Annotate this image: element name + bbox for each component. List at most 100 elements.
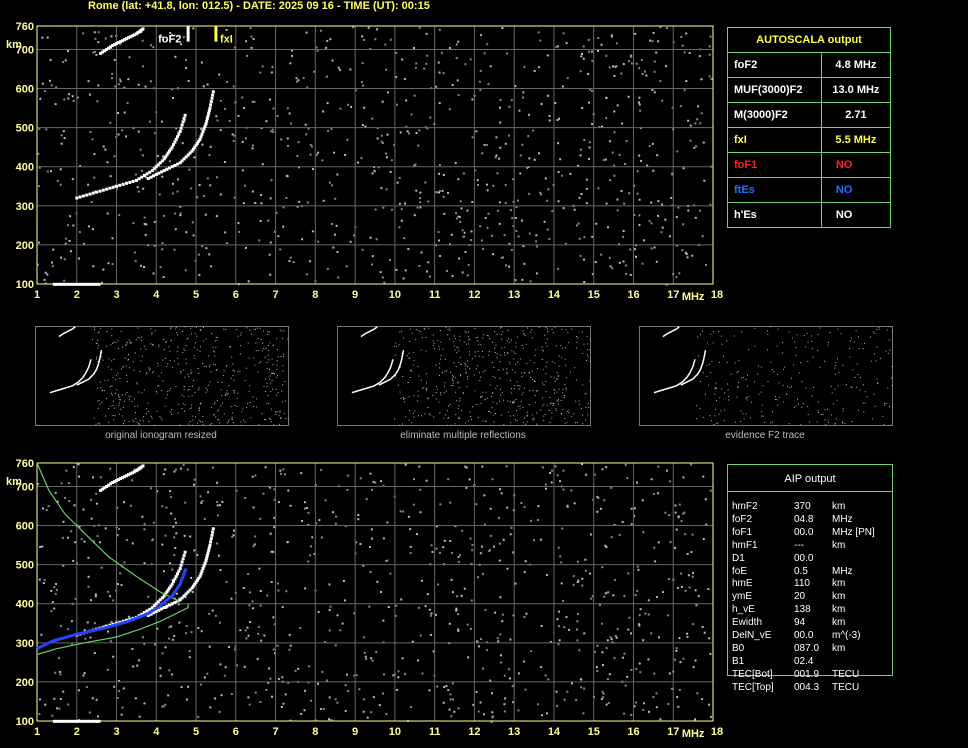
noise-dot xyxy=(272,550,275,553)
noise-dot xyxy=(143,389,145,391)
trace-point xyxy=(105,187,109,191)
noise-dot xyxy=(445,684,448,687)
noise-dot xyxy=(437,61,440,64)
noise-dot xyxy=(533,539,536,542)
noise-dot xyxy=(470,416,472,418)
noise-dot xyxy=(582,414,584,416)
noise-dot xyxy=(101,390,103,392)
noise-dot xyxy=(710,78,713,81)
noise-dot xyxy=(409,528,412,531)
aip-value: 04.8 xyxy=(794,513,814,525)
noise-dot xyxy=(186,468,189,471)
noise-dot xyxy=(575,224,578,227)
noise-dot xyxy=(443,385,445,387)
noise-dot xyxy=(168,390,170,392)
noise-dot xyxy=(659,79,662,82)
noise-dot xyxy=(576,581,579,583)
noise-dot xyxy=(193,478,196,481)
noise-dot xyxy=(118,402,120,404)
noise-dot xyxy=(171,413,172,415)
noise-dot xyxy=(386,521,389,524)
thumbnail-caption: original ionogram resized xyxy=(105,430,217,441)
noise-dot xyxy=(414,410,416,412)
noise-dot xyxy=(639,608,642,611)
noise-dot xyxy=(118,348,119,350)
noise-dot xyxy=(164,468,167,471)
noise-dot xyxy=(483,713,485,716)
noise-dot xyxy=(497,516,500,519)
noise-dot xyxy=(515,346,517,348)
noise-dot xyxy=(714,387,716,389)
trace-point xyxy=(200,569,204,573)
noise-dot xyxy=(239,370,241,372)
noise-dot xyxy=(133,251,136,254)
noise-dot xyxy=(688,52,691,54)
noise-dot xyxy=(96,535,99,538)
noise-dot xyxy=(218,554,220,557)
noise-dot xyxy=(464,330,466,332)
noise-dot xyxy=(560,582,563,585)
noise-dot xyxy=(647,613,650,616)
noise-dot xyxy=(272,364,274,365)
x-tick-label: 14 xyxy=(548,726,561,738)
noise-dot xyxy=(217,381,219,383)
noise-dot xyxy=(530,519,532,522)
noise-dot xyxy=(543,384,545,386)
autoscala-title: AUTOSCALA output xyxy=(727,27,891,53)
noise-dot xyxy=(707,588,710,590)
noise-dot xyxy=(402,376,404,377)
noise-dot xyxy=(93,31,96,34)
noise-dot xyxy=(581,584,584,587)
noise-dot xyxy=(391,208,393,211)
noise-dot xyxy=(162,276,165,278)
noise-dot xyxy=(750,417,751,419)
noise-dot xyxy=(242,408,244,410)
noise-dot xyxy=(551,328,553,330)
noise-dot xyxy=(243,107,246,109)
noise-dot xyxy=(667,578,670,580)
noise-dot xyxy=(389,170,392,173)
noise-dot xyxy=(620,189,623,192)
noise-dot xyxy=(104,148,107,151)
noise-dot xyxy=(364,655,367,658)
noise-dot xyxy=(697,105,699,108)
noise-dot xyxy=(127,341,129,343)
noise-dot xyxy=(554,392,556,394)
noise-dot xyxy=(59,168,62,171)
noise-dot xyxy=(161,248,164,251)
noise-dot xyxy=(300,472,303,475)
noise-dot xyxy=(485,391,487,393)
noise-dot xyxy=(361,124,364,127)
noise-dot xyxy=(395,76,398,79)
noise-dot xyxy=(471,549,474,552)
noise-dot xyxy=(107,262,110,265)
noise-dot xyxy=(467,656,470,659)
noise-dot xyxy=(609,265,612,268)
noise-dot xyxy=(442,348,444,350)
noise-dot xyxy=(505,264,507,267)
noise-dot xyxy=(555,408,557,410)
noise-dot xyxy=(297,667,300,670)
noise-dot xyxy=(680,586,683,588)
noise-dot xyxy=(158,385,160,387)
noise-dot xyxy=(407,381,409,383)
noise-dot xyxy=(236,406,238,407)
noise-dot xyxy=(782,384,784,386)
noise-dot xyxy=(490,395,492,397)
noise-dot xyxy=(415,132,418,134)
noise-dot xyxy=(557,142,560,145)
noise-dot xyxy=(47,505,50,508)
noise-dot xyxy=(90,517,93,520)
noise-dot xyxy=(588,146,591,149)
noise-dot xyxy=(470,628,472,630)
noise-dot xyxy=(110,344,112,346)
noise-dot xyxy=(112,599,115,602)
noise-dot xyxy=(464,422,466,424)
noise-dot xyxy=(525,423,527,425)
noise-dot xyxy=(887,352,889,354)
noise-dot xyxy=(193,156,196,159)
noise-dot xyxy=(582,353,584,354)
noise-dot xyxy=(748,348,750,350)
noise-dot xyxy=(508,105,511,108)
noise-dot xyxy=(709,489,712,492)
